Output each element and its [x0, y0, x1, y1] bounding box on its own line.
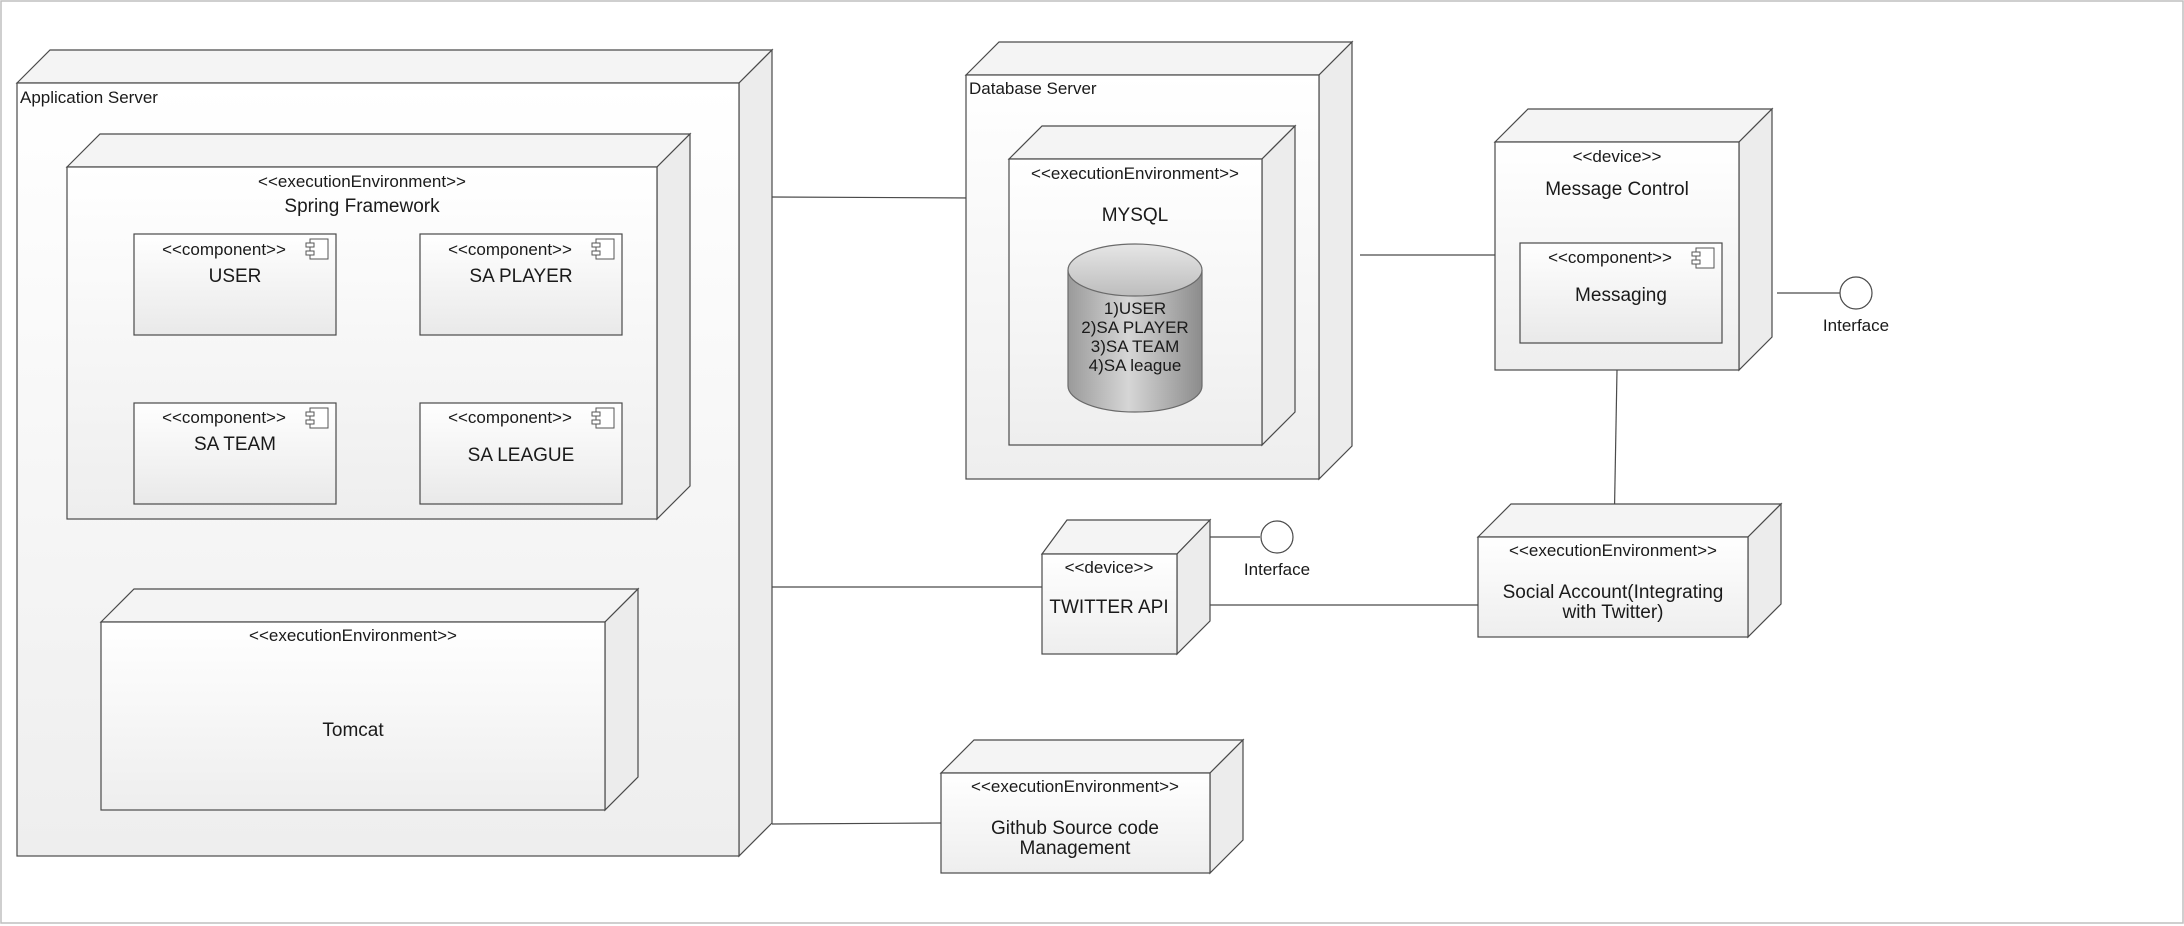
twitter-interface-label: Interface [1244, 560, 1310, 579]
mysql-table-4: 4)SA league [1089, 356, 1182, 375]
mysql-table-2: 2)SA PLAYER [1081, 318, 1188, 337]
twitter-interface[interactable]: Interface [1244, 520, 1310, 579]
tomcat-node[interactable]: <<executionEnvironment>> Tomcat [99, 587, 640, 812]
twitter-api-name: TWITTER API [1049, 597, 1168, 618]
component-user-name: USER [209, 266, 262, 287]
social-account-stereotype: <<executionEnvironment>> [1509, 541, 1717, 560]
database-server-title: Database Server [969, 79, 1097, 98]
interface-circle-icon [1260, 520, 1294, 554]
message-control-stereotype: <<device>> [1573, 147, 1662, 166]
spring-stereotype: <<executionEnvironment>> [258, 172, 466, 191]
messaging-interface[interactable]: Interface [1823, 276, 1889, 335]
message-control-name: Message Control [1545, 179, 1689, 200]
component-messaging[interactable]: <<component>> Messaging [1519, 242, 1723, 344]
github-name-line2: Management [1020, 838, 1132, 859]
mysql-table-3: 3)SA TEAM [1091, 337, 1180, 356]
twitter-api-stereotype: <<device>> [1065, 558, 1154, 577]
github-node[interactable]: <<executionEnvironment>> Github Source c… [939, 738, 1245, 875]
component-sa-player-stereotype: <<component>> [448, 240, 572, 259]
component-user[interactable]: <<component>> USER [133, 233, 337, 336]
component-sa-league-stereotype: <<component>> [448, 408, 572, 427]
application-server-title: Application Server [20, 88, 158, 107]
component-messaging-stereotype: <<component>> [1548, 248, 1672, 267]
deployment-diagram: Application Server <<executionEnvironmen… [0, 0, 2184, 924]
component-sa-player-name: SA PLAYER [469, 266, 572, 287]
github-stereotype: <<executionEnvironment>> [971, 777, 1179, 796]
component-sa-player[interactable]: <<component>> SA PLAYER [419, 233, 623, 336]
messaging-interface-label: Interface [1823, 316, 1889, 335]
component-user-stereotype: <<component>> [162, 240, 286, 259]
github-name-line1: Github Source code [991, 818, 1159, 839]
mysql-table-1: 1)USER [1104, 299, 1166, 318]
mysql-stereotype: <<executionEnvironment>> [1031, 164, 1239, 183]
spring-name: Spring Framework [284, 196, 440, 217]
component-sa-team-name: SA TEAM [194, 434, 276, 455]
link-app-github[interactable] [771, 822, 942, 825]
social-account-name-line1: Social Account(Integrating [1503, 582, 1724, 603]
component-messaging-name: Messaging [1575, 285, 1667, 306]
social-account-name-line2: with Twitter) [1561, 602, 1663, 623]
link-app-db[interactable] [769, 196, 976, 199]
component-sa-league[interactable]: <<component>> SA LEAGUE [419, 402, 623, 505]
tomcat-stereotype: <<executionEnvironment>> [249, 626, 457, 645]
component-sa-team-stereotype: <<component>> [162, 408, 286, 427]
component-sa-team[interactable]: <<component>> SA TEAM [133, 402, 337, 505]
mysql-name: MYSQL [1102, 205, 1169, 226]
social-account-node[interactable]: <<executionEnvironment>> Social Account(… [1476, 502, 1783, 639]
twitter-api-node[interactable]: <<device>> TWITTER API [1040, 518, 1212, 656]
component-sa-league-name: SA LEAGUE [468, 445, 575, 466]
interface-circle-icon [1839, 276, 1873, 310]
mysql-node[interactable]: <<executionEnvironment>> MYSQL 1)USER 2)… [1007, 124, 1297, 447]
tomcat-name: Tomcat [322, 720, 384, 741]
